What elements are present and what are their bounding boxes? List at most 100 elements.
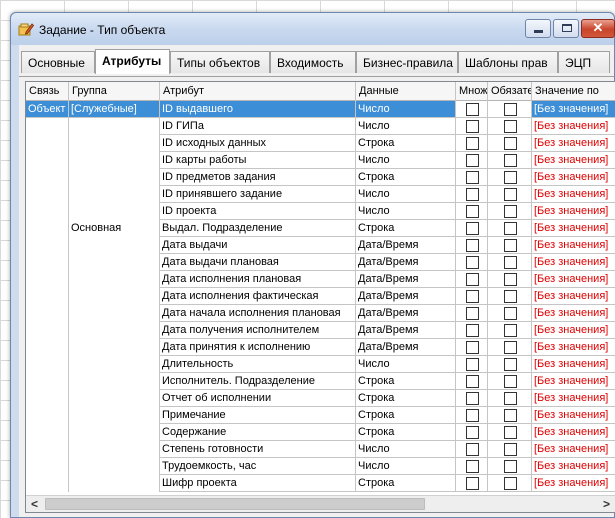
- multiple-checkbox[interactable]: [466, 239, 479, 252]
- required-checkbox[interactable]: [504, 120, 517, 133]
- multiple-checkbox[interactable]: [466, 460, 479, 473]
- tab-business-rules[interactable]: Бизнес-правила: [356, 51, 458, 73]
- tab-attributes[interactable]: Атрибуты: [95, 49, 170, 74]
- table-row[interactable]: ID карты работы Число [Без значения]: [26, 152, 615, 169]
- multiple-checkbox[interactable]: [466, 273, 479, 286]
- table-row[interactable]: Дата исполнения фактическая Дата/Время [Бе…: [26, 288, 615, 305]
- multiple-checkbox[interactable]: [466, 154, 479, 167]
- required-checkbox[interactable]: [504, 341, 517, 354]
- cell-link: [26, 237, 69, 254]
- required-checkbox[interactable]: [504, 137, 517, 150]
- table-row[interactable]: Степень готовности Число [Без значения]: [26, 441, 615, 458]
- multiple-checkbox[interactable]: [466, 103, 479, 116]
- table-row[interactable]: ID предметов задания Строка [Без значения]: [26, 169, 615, 186]
- multiple-checkbox[interactable]: [466, 375, 479, 388]
- required-checkbox[interactable]: [504, 103, 517, 116]
- table-row[interactable]: Шифр проекта Строка [Без значения]: [26, 475, 615, 492]
- table-row[interactable]: Дата принятия к исполнению Дата/Время [Без…: [26, 339, 615, 356]
- required-checkbox[interactable]: [504, 222, 517, 235]
- table-row[interactable]: Дата выдачи Дата/Время [Без значения]: [26, 237, 615, 254]
- multiple-checkbox[interactable]: [466, 324, 479, 337]
- table-row[interactable]: Дата получения исполнителем Дата/Время [Бе…: [26, 322, 615, 339]
- tab-main[interactable]: Основные: [21, 51, 95, 73]
- required-checkbox[interactable]: [504, 460, 517, 473]
- table-row[interactable]: Трудоемкость, час Число [Без значения]: [26, 458, 615, 475]
- required-cell: [488, 220, 532, 237]
- required-checkbox[interactable]: [504, 171, 517, 184]
- required-checkbox[interactable]: [504, 324, 517, 337]
- tab-inclusion[interactable]: Входимость: [270, 51, 356, 73]
- required-checkbox[interactable]: [504, 154, 517, 167]
- table-row[interactable]: Длительность Число [Без значения]: [26, 356, 615, 373]
- scroll-right-icon[interactable]: >: [598, 496, 615, 512]
- multiple-checkbox[interactable]: [466, 171, 479, 184]
- multiple-checkbox[interactable]: [466, 120, 479, 133]
- multiple-checkbox[interactable]: [466, 137, 479, 150]
- multiple-checkbox[interactable]: [466, 290, 479, 303]
- required-checkbox[interactable]: [504, 426, 517, 439]
- horizontal-scrollbar[interactable]: < >: [26, 495, 615, 512]
- required-checkbox[interactable]: [504, 409, 517, 422]
- table-row[interactable]: Отчет об исполнении Строка [Без значения]: [26, 390, 615, 407]
- table-row[interactable]: Дата исполнения плановая Дата/Время [Без з…: [26, 271, 615, 288]
- column-header-multiple[interactable]: Множ: [456, 82, 488, 101]
- scrollbar-thumb[interactable]: [45, 498, 425, 510]
- minimize-button[interactable]: [525, 19, 551, 38]
- cell-attribute: Дата выдачи плановая: [160, 254, 356, 271]
- multiple-checkbox[interactable]: [466, 426, 479, 439]
- required-checkbox[interactable]: [504, 256, 517, 269]
- scroll-left-icon[interactable]: <: [26, 496, 43, 512]
- table-row[interactable]: Дата начала исполнения плановая Дата/Врем…: [26, 305, 615, 322]
- minimize-icon: [534, 30, 543, 33]
- multiple-checkbox[interactable]: [466, 392, 479, 405]
- table-row[interactable]: Содержание Строка [Без значения]: [26, 424, 615, 441]
- cell-default-value: [Без значения]: [532, 271, 615, 288]
- close-button[interactable]: ✕: [581, 19, 615, 38]
- multiple-checkbox[interactable]: [466, 358, 479, 371]
- column-header-group[interactable]: Группа: [69, 82, 160, 101]
- table-row[interactable]: Основная Выдал. Подразделение Строка [Без з…: [26, 220, 615, 237]
- multiple-checkbox[interactable]: [466, 222, 479, 235]
- required-checkbox[interactable]: [504, 188, 517, 201]
- grid-header: Связь Группа Атрибут Данные Множ Обязате…: [26, 82, 615, 101]
- column-header-required[interactable]: Обязате: [488, 82, 532, 101]
- table-row[interactable]: Объект [Служебные] ID выдавшего Число [Без з…: [26, 101, 615, 118]
- required-checkbox[interactable]: [504, 290, 517, 303]
- title-bar[interactable]: Задание - Тип объекта ✕: [11, 13, 615, 45]
- table-row[interactable]: ID проекта Число [Без значения]: [26, 203, 615, 220]
- required-checkbox[interactable]: [504, 358, 517, 371]
- multiple-checkbox[interactable]: [466, 307, 479, 320]
- table-row[interactable]: ID принявшего задание Число [Без значения]: [26, 186, 615, 203]
- table-row[interactable]: Исполнитель. Подразделение Строка [Без зна…: [26, 373, 615, 390]
- multiple-checkbox[interactable]: [466, 443, 479, 456]
- column-header-link[interactable]: Связь: [26, 82, 69, 101]
- required-checkbox[interactable]: [504, 392, 517, 405]
- required-checkbox[interactable]: [504, 273, 517, 286]
- required-cell: [488, 118, 532, 135]
- tab-digital-signature[interactable]: ЭЦП: [558, 51, 610, 73]
- table-row[interactable]: ID исходных данных Строка [Без значения]: [26, 135, 615, 152]
- multiple-checkbox[interactable]: [466, 188, 479, 201]
- required-checkbox[interactable]: [504, 239, 517, 252]
- multiple-checkbox[interactable]: [466, 205, 479, 218]
- tab-object-types[interactable]: Типы объектов: [170, 51, 270, 73]
- tab-rights-templates[interactable]: Шаблоны прав: [458, 51, 558, 73]
- required-checkbox[interactable]: [504, 477, 517, 490]
- table-row[interactable]: Примечание Строка [Без значения]: [26, 407, 615, 424]
- multiple-checkbox[interactable]: [466, 341, 479, 354]
- required-checkbox[interactable]: [504, 375, 517, 388]
- column-header-default-value[interactable]: Значение по: [532, 82, 615, 101]
- column-header-data[interactable]: Данные: [356, 82, 456, 101]
- required-checkbox[interactable]: [504, 443, 517, 456]
- table-row[interactable]: Дата выдачи плановая Дата/Время [Без значе…: [26, 254, 615, 271]
- maximize-button[interactable]: [553, 19, 579, 38]
- column-header-attribute[interactable]: Атрибут: [160, 82, 356, 101]
- required-cell: [488, 424, 532, 441]
- multiple-checkbox[interactable]: [466, 256, 479, 269]
- multiple-checkbox[interactable]: [466, 409, 479, 422]
- table-row[interactable]: ID ГИПа Число [Без значения]: [26, 118, 615, 135]
- required-checkbox[interactable]: [504, 205, 517, 218]
- attributes-grid: Связь Группа Атрибут Данные Множ Обязате…: [25, 81, 615, 513]
- required-checkbox[interactable]: [504, 307, 517, 320]
- multiple-checkbox[interactable]: [466, 477, 479, 490]
